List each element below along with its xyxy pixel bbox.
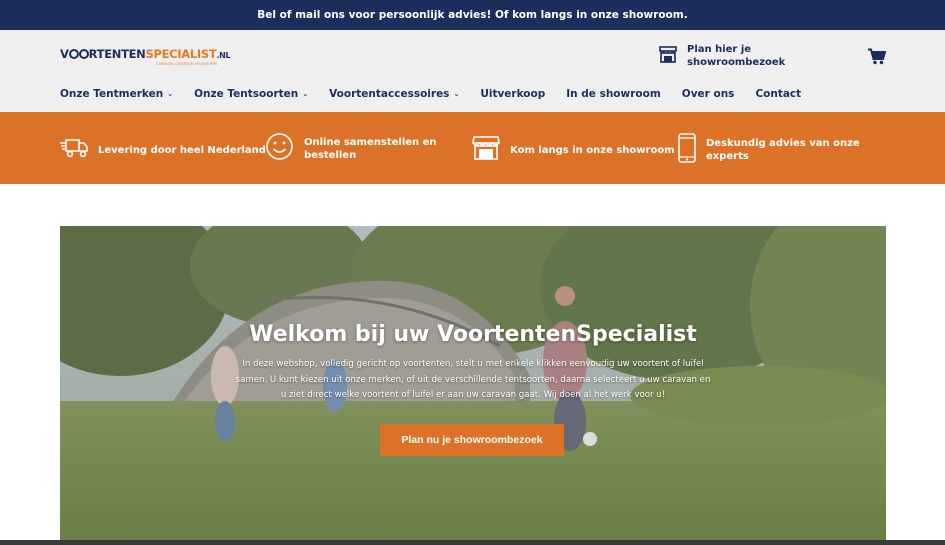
plan-link-line1: Plan hier je (687, 44, 752, 55)
delivery-truck-icon (60, 137, 88, 163)
usp-delivery: Levering door heel Nederland (60, 137, 266, 163)
nav-item-contact[interactable]: Contact (755, 88, 801, 100)
announcement-text: Bel of mail ons voor persoonlijk advies!… (257, 9, 688, 21)
cart-icon[interactable] (868, 48, 887, 69)
plan-showroom-link[interactable]: Plan hier je showroombezoek (658, 44, 785, 69)
site-logo[interactable]: V RTENTENSPECIALIST.NL CARAVAN CENTRUM ME… (60, 47, 231, 70)
site-header: V RTENTENSPECIALIST.NL CARAVAN CENTRUM ME… (0, 30, 945, 112)
usp-bar: Levering door heel Nederland Online same… (0, 112, 945, 184)
usp-advice: Deskundig advies van onze experts (678, 133, 860, 167)
logo-tagline: CARAVAN CENTRUM MEERVORM (156, 62, 218, 66)
nav-item-tentsoorten[interactable]: Onze Tentsoorten ⌄ (194, 88, 308, 100)
chevron-down-icon: ⌄ (167, 90, 174, 98)
main-nav: Onze Tentmerken ⌄ Onze Tentsoorten ⌄ Voort… (60, 88, 822, 100)
logo-wordmark: V RTENTENSPECIALIST.NL (60, 47, 231, 61)
usp-showroom: Kom langs in onze showroom (472, 135, 675, 165)
hero-banner: Welkom bij uw VoortentenSpecialist In de… (60, 226, 886, 545)
nav-item-uitverkoop[interactable]: Uitverkoop (480, 88, 545, 100)
hero-description: In deze webshop, volledig gericht op voo… (235, 359, 711, 400)
nav-item-showroom[interactable]: In de showroom (566, 88, 661, 100)
hero-title: Welkom bij uw VoortentenSpecialist (249, 322, 697, 347)
storefront-icon (658, 44, 678, 69)
bottom-strip (0, 540, 945, 545)
nav-item-tentmerken[interactable]: Onze Tentmerken ⌄ (60, 88, 173, 100)
smiley-icon (265, 132, 294, 165)
chevron-down-icon: ⌄ (453, 90, 460, 98)
storefront-icon (472, 135, 500, 165)
announcement-bar: Bel of mail ons voor persoonlijk advies!… (0, 0, 945, 30)
phone-icon (678, 133, 696, 167)
nav-item-over-ons[interactable]: Over ons (682, 88, 735, 100)
usp-online: Online samenstellen en bestellen (265, 132, 437, 165)
plan-link-line2: showroombezoek (687, 56, 786, 68)
chevron-down-icon: ⌄ (302, 90, 309, 98)
nav-item-accessoires[interactable]: Voortentaccessoires ⌄ (329, 88, 459, 100)
plan-showroom-button[interactable]: Plan nu je showroombezoek (380, 424, 564, 456)
hero-content: Welkom bij uw VoortentenSpecialist In de… (60, 226, 886, 545)
